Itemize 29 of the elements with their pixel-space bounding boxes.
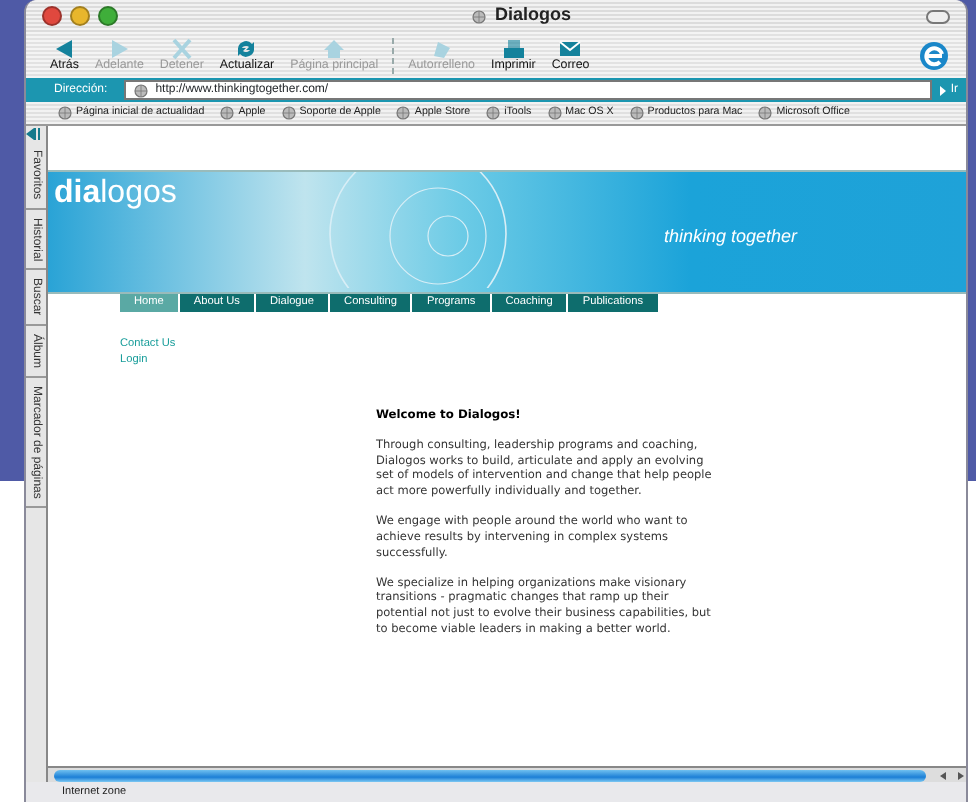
- scroll-arrows-icon: [938, 769, 966, 781]
- refresh-icon: [234, 37, 259, 60]
- chevron-icon: [940, 85, 947, 95]
- globe-icon: [133, 83, 148, 97]
- globe-icon: [486, 106, 501, 120]
- globe-icon: [629, 106, 644, 120]
- globe-icon: [758, 106, 773, 120]
- tagline: thinking together: [664, 224, 798, 250]
- globe-icon: [472, 9, 487, 23]
- printer-icon: [501, 37, 526, 60]
- scrollbar-thumb[interactable]: [54, 769, 926, 781]
- globe-icon: [281, 106, 296, 120]
- x-icon: [169, 37, 194, 60]
- close-button[interactable]: [42, 6, 62, 26]
- minimize-button[interactable]: [70, 6, 90, 26]
- globe-icon: [396, 106, 411, 120]
- e-logo-icon: [918, 39, 950, 71]
- envelope-icon: [558, 37, 583, 60]
- toolbar-toggle-button[interactable]: [926, 9, 950, 23]
- globe-icon: [547, 106, 562, 120]
- globe-icon: [220, 106, 235, 120]
- logo-text: dialogos: [54, 178, 177, 210]
- window-title: Dialogos: [494, 2, 571, 29]
- house-icon: [322, 37, 347, 60]
- globe-icon: [58, 106, 72, 120]
- back-arrow-icon: [52, 37, 77, 60]
- forward-arrow-icon: [107, 37, 132, 60]
- zoom-button[interactable]: [98, 6, 118, 26]
- collapse-arrow-icon: [26, 126, 42, 142]
